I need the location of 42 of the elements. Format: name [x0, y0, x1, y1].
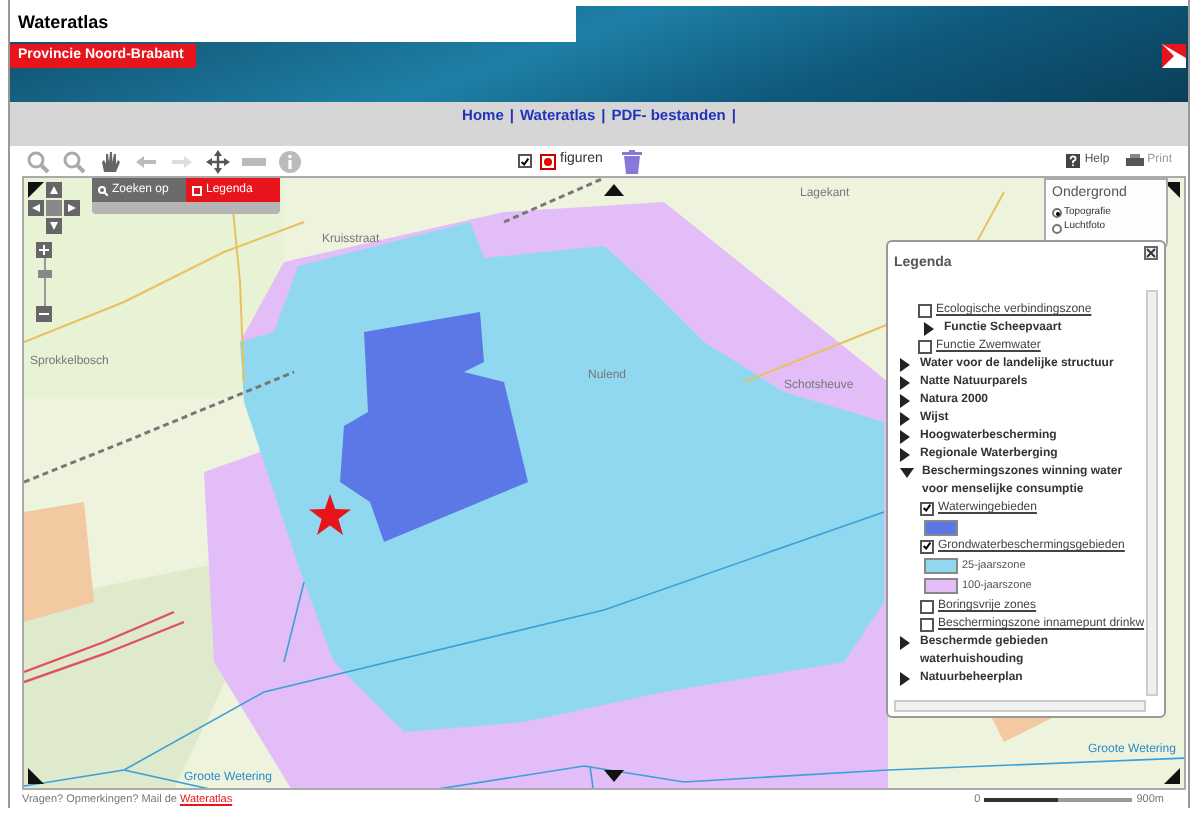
record-dot-icon [540, 153, 556, 170]
zoom-minus-icon[interactable] [36, 306, 52, 323]
search-icon [98, 185, 108, 196]
collapse-caret-icon[interactable] [900, 357, 910, 372]
checkbox[interactable] [518, 154, 532, 169]
vertical-scrollbar[interactable] [1146, 290, 1158, 697]
close-icon[interactable] [1144, 246, 1158, 261]
help-icon [1066, 154, 1081, 169]
radio-button[interactable] [1052, 208, 1062, 219]
collapse-caret-icon[interactable] [900, 447, 910, 462]
horizontal-scrollbar[interactable] [894, 700, 1146, 713]
checkbox[interactable] [920, 599, 934, 614]
checkbox[interactable] [920, 617, 934, 632]
corner-arrow-icon[interactable] [28, 767, 44, 784]
corner-arrow-icon[interactable] [604, 184, 624, 197]
collapse-caret-icon[interactable] [924, 321, 934, 336]
collapse-caret-icon[interactable] [900, 429, 910, 444]
collapse-caret-icon[interactable] [900, 635, 910, 650]
checkbox[interactable] [920, 501, 934, 516]
pan-control-icon[interactable] [28, 182, 80, 235]
zoom-plus-icon[interactable] [36, 242, 52, 259]
pan-icon[interactable] [206, 149, 230, 174]
zoom-slider-thumb[interactable] [37, 270, 51, 279]
hand-icon[interactable] [98, 149, 122, 174]
corner-arrow-icon[interactable] [1164, 767, 1180, 784]
checkbox[interactable] [918, 339, 932, 354]
star-marker-icon [308, 494, 352, 537]
radio-button[interactable] [1052, 223, 1062, 234]
checkbox[interactable] [920, 539, 934, 554]
site-title: Wateratlas [18, 10, 109, 37]
document-icon [192, 185, 202, 196]
collapse-caret-icon[interactable] [900, 375, 910, 390]
logo-icon [1162, 44, 1186, 68]
collapse-caret-icon[interactable] [900, 393, 910, 408]
printer-icon [1125, 154, 1144, 169]
checkbox[interactable] [918, 303, 932, 318]
trash-icon[interactable] [622, 149, 643, 174]
expand-caret-icon[interactable] [900, 467, 914, 478]
collapse-caret-icon[interactable] [900, 411, 910, 426]
collapse-caret-icon[interactable] [900, 671, 910, 686]
corner-arrow-icon[interactable] [604, 769, 624, 782]
corner-arrow-icon[interactable] [28, 182, 44, 199]
